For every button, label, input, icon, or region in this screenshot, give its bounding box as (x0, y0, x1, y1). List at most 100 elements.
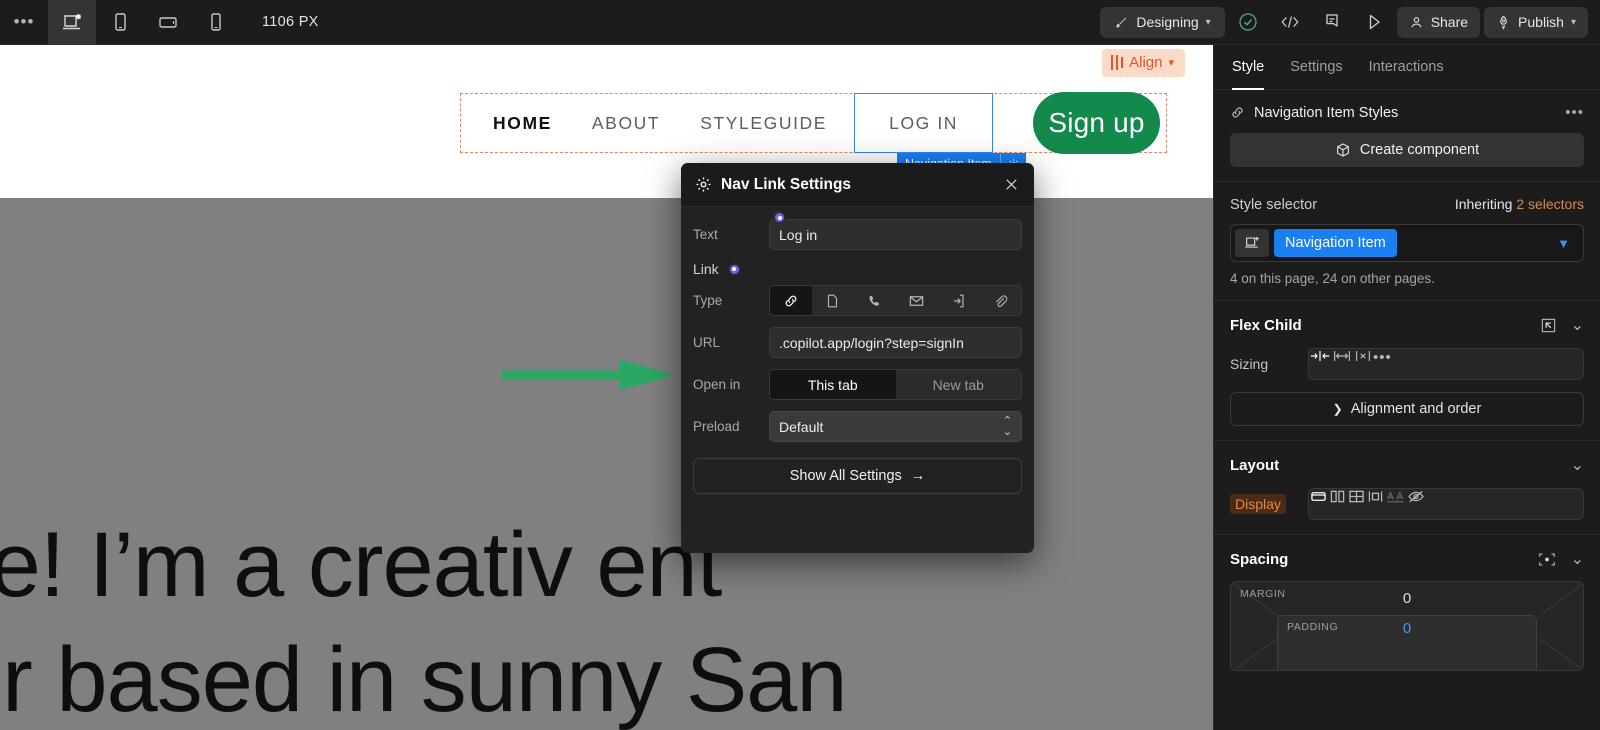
flex-child-section: Flex Child ⌄ Sizing (1214, 301, 1600, 441)
align-badge[interactable]: Align ▾ (1102, 49, 1185, 77)
device-mobile-button[interactable] (192, 0, 240, 45)
chevron-down-icon[interactable]: ⌄ (1571, 315, 1584, 335)
padding-top-value[interactable]: 0 (1278, 620, 1536, 637)
dialog-body: Text Log in Link Type (681, 207, 1034, 442)
flex-child-header-icons: ⌄ (1540, 315, 1584, 335)
type-section-option[interactable] (937, 286, 979, 315)
link-icon (783, 293, 799, 309)
check-circle-icon (1238, 12, 1258, 32)
ellipsis-icon[interactable]: ••• (0, 0, 48, 45)
tab-style[interactable]: Style (1232, 45, 1264, 90)
chevron-down-icon[interactable]: ⌄ (1571, 549, 1584, 569)
text-binding-dot-icon[interactable] (773, 211, 786, 224)
dialog-title: Nav Link Settings (721, 176, 851, 194)
tab-interactions[interactable]: Interactions (1369, 45, 1444, 90)
display-label: Display (1230, 494, 1286, 514)
gear-icon (695, 176, 712, 193)
display-none-option[interactable] (1406, 489, 1426, 519)
annotation-arrow-icon (500, 355, 678, 395)
alignment-and-order-button[interactable]: ❯ Alignment and order (1230, 392, 1584, 426)
ellipsis-icon[interactable]: ••• (1565, 104, 1584, 121)
nav-item-home[interactable]: HOME (473, 94, 572, 152)
tablet-icon (110, 11, 130, 33)
text-input[interactable]: Log in (769, 219, 1022, 250)
link-binding-dot-icon[interactable] (728, 263, 741, 276)
open-in-option-group[interactable]: This tab New tab (769, 369, 1022, 400)
display-grid-option[interactable] (1347, 489, 1366, 519)
layout-section: Layout ⌄ Display (1214, 441, 1600, 535)
share-button[interactable]: Share (1397, 7, 1480, 38)
display-inline-option[interactable] (1385, 489, 1406, 519)
close-icon[interactable] (1000, 174, 1022, 196)
type-file-option[interactable] (979, 286, 1021, 315)
designing-mode-button[interactable]: Designing ▾ (1100, 7, 1224, 38)
type-phone-option[interactable] (854, 286, 896, 315)
type-url-option[interactable] (770, 286, 812, 315)
chevron-down-icon[interactable]: ▼ (1557, 236, 1579, 251)
signup-button[interactable]: Sign up (1033, 92, 1160, 154)
sizing-none-option[interactable] (1353, 349, 1373, 379)
inheriting-count[interactable]: 2 selectors (1516, 196, 1584, 212)
device-desktop-button[interactable] (48, 0, 96, 45)
preload-row: Preload Default ⌃⌄ (693, 411, 1022, 442)
margin-top-value[interactable]: 0 (1231, 590, 1583, 607)
selector-usage-note: 4 on this page, 24 on other pages. (1230, 271, 1584, 286)
create-component-button[interactable]: Create component (1230, 133, 1584, 167)
comment-button[interactable] (1313, 7, 1351, 38)
padding-box[interactable]: PADDING 0 (1277, 615, 1537, 671)
spacing-target-icon[interactable] (1537, 551, 1557, 568)
code-view-button[interactable] (1271, 7, 1309, 38)
display-flex-option[interactable] (1328, 489, 1347, 519)
selector-combobox[interactable]: Navigation Item ▼ (1230, 224, 1584, 262)
spacing-control[interactable]: MARGIN 0 PADDING 0 (1230, 581, 1584, 671)
select-chevrons-icon: ⌃⌄ (1003, 416, 1012, 438)
alignment-and-order-label: Alignment and order (1351, 401, 1482, 417)
nav-link-settings-dialog[interactable]: Nav Link Settings Text Log in Link Type (681, 163, 1034, 553)
hero-heading-line-2: er based in sunny San (0, 628, 847, 730)
publish-status-button[interactable] (1229, 7, 1267, 38)
display-inline-block-option[interactable] (1366, 489, 1385, 519)
link-section-row: Link (693, 261, 1022, 277)
selector-tag[interactable]: Navigation Item (1274, 229, 1397, 257)
nav-item-styleguide[interactable]: STYLEGUIDE (680, 94, 847, 152)
flex-child-header: Flex Child ⌄ (1230, 315, 1584, 335)
tab-settings[interactable]: Settings (1290, 45, 1342, 90)
type-email-option[interactable] (895, 286, 937, 315)
top-toolbar: ••• (0, 0, 1600, 45)
link-label: Link (693, 261, 719, 277)
preload-select[interactable]: Default ⌃⌄ (769, 411, 1022, 442)
type-option-group[interactable] (769, 285, 1022, 316)
link-icon (1230, 105, 1245, 120)
arrow-right-icon: → (911, 468, 926, 484)
cube-icon (1335, 142, 1351, 158)
attachment-icon (992, 293, 1008, 309)
nav-item-login[interactable]: LOG IN (855, 94, 992, 152)
url-input[interactable]: .copilot.app/login?step=signIn (769, 327, 1022, 358)
display-block-option[interactable] (1309, 489, 1328, 519)
preview-button[interactable] (1355, 7, 1393, 38)
sizing-grow-option[interactable] (1331, 349, 1353, 379)
open-in-this-tab-option[interactable]: This tab (770, 370, 896, 399)
device-tablet-landscape-button[interactable] (144, 0, 192, 45)
parent-select-icon[interactable] (1540, 317, 1557, 334)
layout-header: Layout ⌄ (1230, 455, 1584, 475)
brush-icon (1114, 15, 1129, 30)
device-tablet-button[interactable] (96, 0, 144, 45)
styles-title: Navigation Item Styles (1254, 105, 1398, 121)
code-icon (1280, 14, 1300, 30)
show-all-settings-label: Show All Settings (790, 468, 902, 484)
publish-button[interactable]: Publish ▾ (1484, 7, 1588, 38)
chevron-down-icon[interactable]: ⌄ (1571, 455, 1584, 475)
type-page-option[interactable] (812, 286, 854, 315)
display-option-group[interactable] (1308, 488, 1584, 520)
phone-icon (867, 293, 882, 309)
show-all-settings-button[interactable]: Show All Settings → (693, 458, 1022, 494)
nav-item-about[interactable]: ABOUT (572, 94, 680, 152)
open-in-new-tab-option[interactable]: New tab (896, 370, 1022, 399)
page-icon (825, 293, 840, 309)
sizing-option-group[interactable]: ••• (1308, 348, 1584, 380)
sizing-more-option[interactable]: ••• (1373, 349, 1392, 379)
spacing-header-icons: ⌄ (1537, 549, 1584, 569)
sizing-shrink-option[interactable] (1309, 349, 1331, 379)
hero-heading-line-1: re! I’m a creativ ent (0, 513, 721, 618)
